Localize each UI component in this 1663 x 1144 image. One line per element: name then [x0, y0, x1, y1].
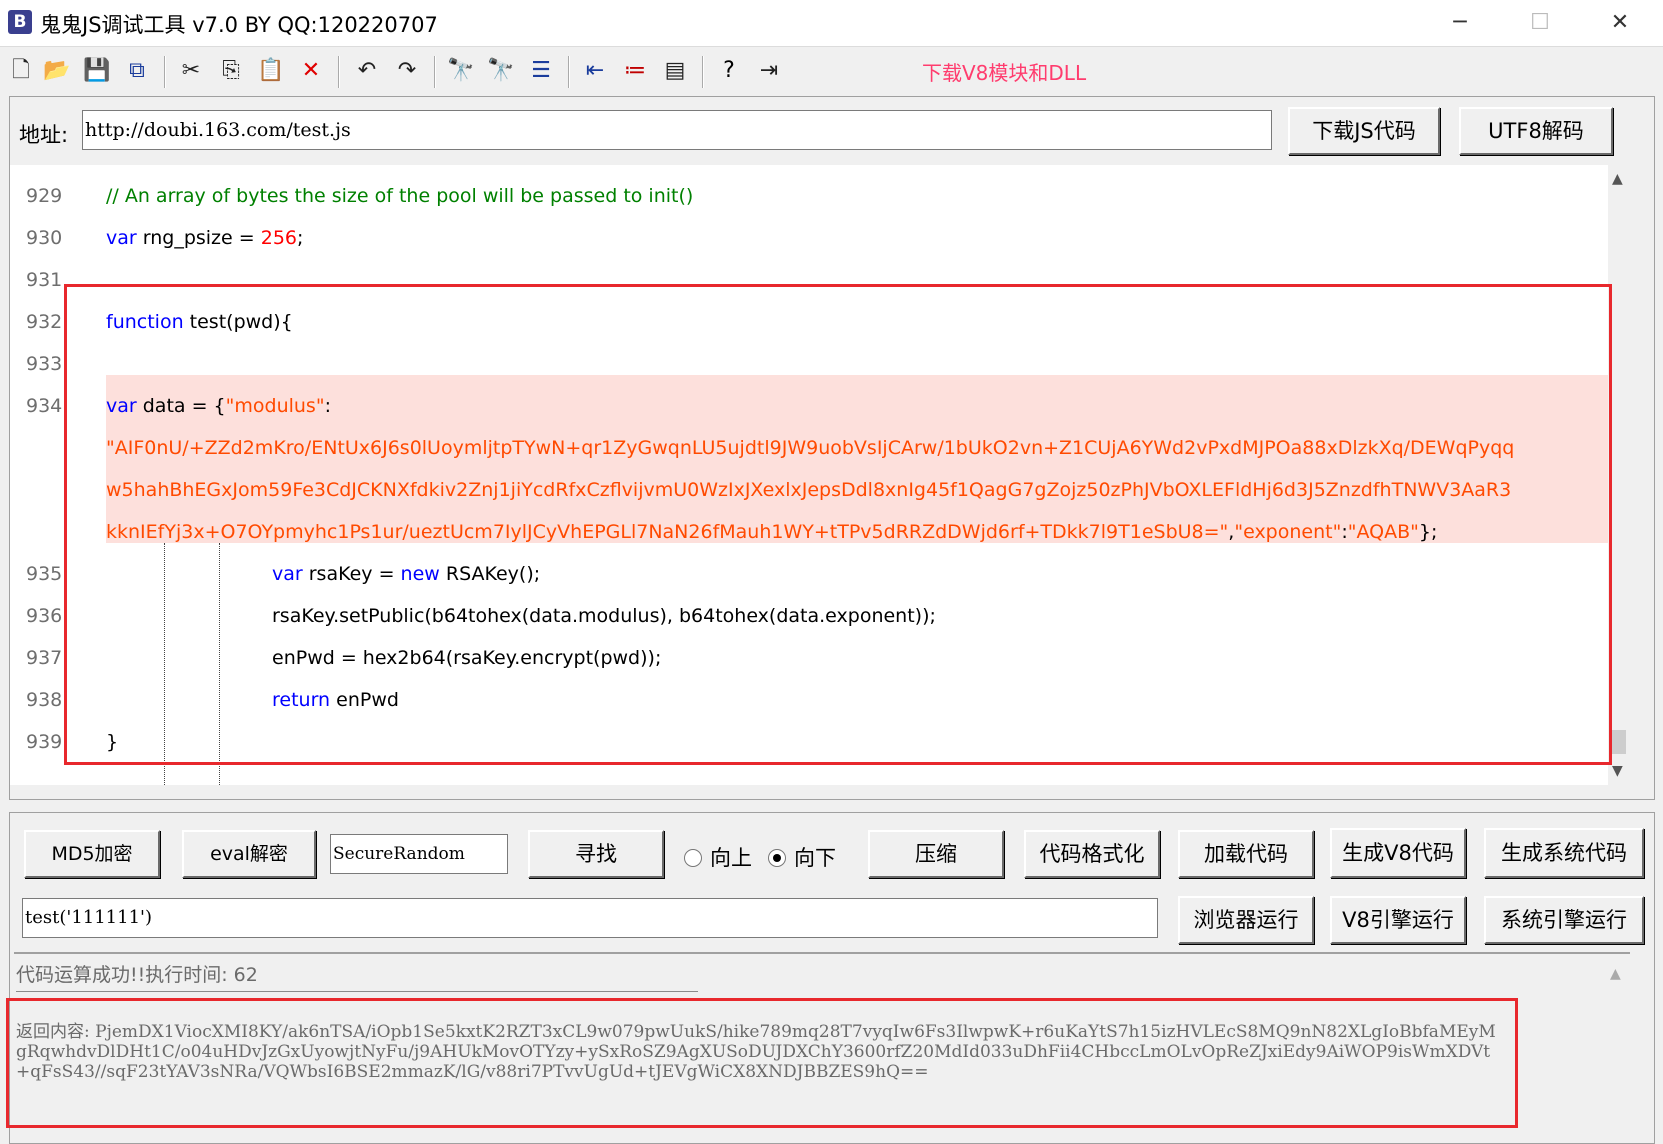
help-cursor-icon[interactable]: ? — [714, 56, 744, 86]
cut-icon[interactable]: ✂ — [176, 56, 206, 86]
compress-button[interactable]: 压缩 — [868, 830, 1004, 878]
radio-up-label: 向上 — [710, 846, 752, 870]
find-button[interactable]: 寻找 — [528, 830, 664, 878]
download-js-button[interactable]: 下载JS代码 — [1288, 107, 1440, 155]
code-number: 256 — [260, 227, 297, 249]
line-number: 930 — [26, 227, 63, 249]
radio-down-label: 向下 — [794, 846, 836, 870]
toolbar-separator — [338, 56, 340, 88]
save-all-icon[interactable]: ⧉ — [122, 56, 152, 86]
copy-icon[interactable]: ⎘ — [216, 56, 246, 86]
radio-up-dot[interactable] — [684, 849, 702, 867]
output-scroll-up-icon[interactable]: ▲ — [1610, 966, 1621, 982]
load-code-button[interactable]: 加载代码 — [1178, 830, 1314, 878]
toolbar-separator — [164, 56, 166, 88]
v8-engine-run-button[interactable]: V8引擎运行 — [1330, 896, 1466, 944]
status-underline — [16, 991, 698, 992]
find-icon[interactable]: 🔭 — [446, 56, 476, 86]
code-text: ; — [297, 227, 304, 249]
address-input[interactable]: http://doubi.163.com/test.js — [82, 110, 1272, 150]
redo-icon[interactable]: ↷ — [392, 56, 422, 86]
line-number: 929 — [26, 185, 63, 207]
code-text: rng_psize = — [136, 227, 261, 249]
result-annotation-box — [6, 998, 1518, 1128]
toolbar-separator — [568, 56, 570, 88]
code-keyword: var — [106, 227, 137, 249]
open-folder-icon[interactable]: 📂 — [42, 56, 72, 86]
annotation-box — [64, 284, 1612, 765]
scrollbar-thumb[interactable] — [1610, 730, 1626, 754]
toolbar: 🗋 📂 💾 ⧉ ✂ ⎘ 📋 ✕ ↶ ↷ 🔭 🔭 ☰ ⇤ ≔ ▤ ? ⇥ — [0, 48, 1663, 94]
find-next-icon[interactable]: 🔭 — [486, 56, 516, 86]
indent-icon[interactable]: ☰ — [526, 56, 556, 86]
address-label: 地址: — [19, 123, 69, 147]
new-file-icon[interactable]: 🗋 — [6, 56, 36, 86]
title-bar: B 鬼鬼JS调试工具 v7.0 BY QQ:120220707 ─ ☐ ✕ — [0, 0, 1663, 47]
toolbar-separator — [434, 56, 436, 88]
eval-decrypt-button[interactable]: eval解密 — [182, 830, 316, 878]
list-icon[interactable]: ≔ — [620, 56, 650, 86]
outdent-icon[interactable]: ⇤ — [580, 56, 610, 86]
delete-icon[interactable]: ✕ — [296, 56, 326, 86]
scroll-up-icon[interactable]: ▲ — [1612, 171, 1623, 187]
window-icon[interactable]: ▤ — [660, 56, 690, 86]
code-line: // An array of bytes the size of the poo… — [106, 185, 693, 207]
scroll-down-icon[interactable]: ▼ — [1612, 763, 1623, 779]
output-divider — [14, 952, 1630, 954]
radio-down[interactable]: 向下 — [768, 842, 836, 872]
toolbar-separator — [702, 56, 704, 88]
minimize-button[interactable]: ─ — [1420, 0, 1500, 46]
browser-run-button[interactable]: 浏览器运行 — [1178, 896, 1314, 944]
app-logo-icon: B — [8, 10, 32, 34]
close-button[interactable]: ✕ — [1580, 0, 1660, 46]
save-icon[interactable]: 💾 — [82, 56, 112, 86]
system-engine-run-button[interactable]: 系统引擎运行 — [1484, 896, 1644, 944]
undo-icon[interactable]: ↶ — [352, 56, 382, 86]
generate-system-code-button[interactable]: 生成系统代码 — [1484, 828, 1644, 878]
maximize-button[interactable]: ☐ — [1500, 0, 1580, 46]
radio-up[interactable]: 向上 — [684, 842, 752, 872]
generate-v8-code-button[interactable]: 生成V8代码 — [1330, 828, 1466, 878]
paste-icon[interactable]: 📋 — [256, 56, 286, 86]
exit-icon[interactable]: ⇥ — [754, 56, 784, 86]
utf8-decode-button[interactable]: UTF8解码 — [1459, 107, 1613, 155]
code-line: var rng_psize = 256; — [106, 227, 303, 249]
execution-status: 代码运算成功!!执行时间: 62 — [16, 964, 258, 986]
code-comment: // An array of bytes the size of the poo… — [106, 185, 694, 207]
format-code-button[interactable]: 代码格式化 — [1024, 830, 1160, 878]
md5-encrypt-button[interactable]: MD5加密 — [24, 830, 160, 878]
command-input[interactable]: test('111111') — [22, 898, 1158, 938]
window-title: 鬼鬼JS调试工具 v7.0 BY QQ:120220707 — [40, 13, 438, 37]
search-input[interactable]: SecureRandom — [330, 834, 508, 874]
download-v8-link[interactable]: 下载V8模块和DLL — [922, 57, 1086, 86]
radio-down-dot[interactable] — [768, 849, 786, 867]
